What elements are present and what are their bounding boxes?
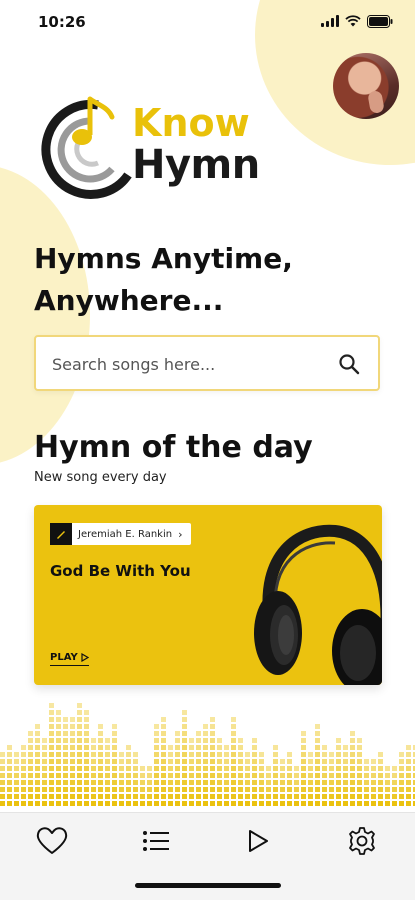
status-time: 10:26 bbox=[38, 13, 86, 31]
home-indicator[interactable] bbox=[135, 883, 281, 888]
play-button[interactable]: PLAY bbox=[50, 652, 89, 666]
chevron-right-icon: › bbox=[178, 527, 183, 541]
tab-settings[interactable] bbox=[344, 825, 380, 857]
user-avatar[interactable] bbox=[333, 53, 399, 119]
author-chip[interactable]: Jeremiah E. Rankin › bbox=[50, 523, 191, 545]
headphones-image bbox=[254, 524, 382, 685]
play-label: PLAY bbox=[50, 652, 78, 663]
heart-icon bbox=[36, 827, 68, 854]
play-icon bbox=[249, 830, 268, 852]
gear-icon bbox=[349, 827, 375, 855]
tab-favorites[interactable] bbox=[34, 825, 70, 857]
wifi-icon bbox=[345, 15, 361, 27]
tab-list[interactable] bbox=[138, 825, 174, 857]
section-subtitle: New song every day bbox=[34, 470, 167, 485]
logo-text-know: Know bbox=[132, 101, 250, 145]
hero-heading: Hymns Anytime, Anywhere... bbox=[34, 242, 293, 317]
screen: 10:26 Know Hymn Hymns Anytime, Anywhere.… bbox=[0, 0, 415, 900]
status-icons bbox=[321, 14, 393, 28]
cellular-signal-icon bbox=[321, 15, 339, 27]
song-title: God Be With You bbox=[50, 562, 191, 580]
play-small-icon bbox=[81, 653, 89, 662]
logo-text-hymn: Hymn bbox=[132, 142, 260, 188]
equalizer-decoration bbox=[0, 703, 415, 806]
author-name: Jeremiah E. Rankin bbox=[78, 528, 173, 540]
search-placeholder: Search songs here... bbox=[52, 355, 216, 374]
quill-icon bbox=[50, 523, 72, 545]
list-icon bbox=[143, 831, 169, 851]
tab-play[interactable] bbox=[240, 825, 276, 857]
search-icon[interactable] bbox=[338, 353, 360, 375]
hymn-card[interactable]: Jeremiah E. Rankin › God Be With You PLA… bbox=[34, 505, 382, 685]
section-title: Hymn of the day bbox=[34, 430, 313, 465]
battery-icon bbox=[367, 14, 393, 28]
search-input[interactable]: Search songs here... bbox=[34, 335, 380, 391]
